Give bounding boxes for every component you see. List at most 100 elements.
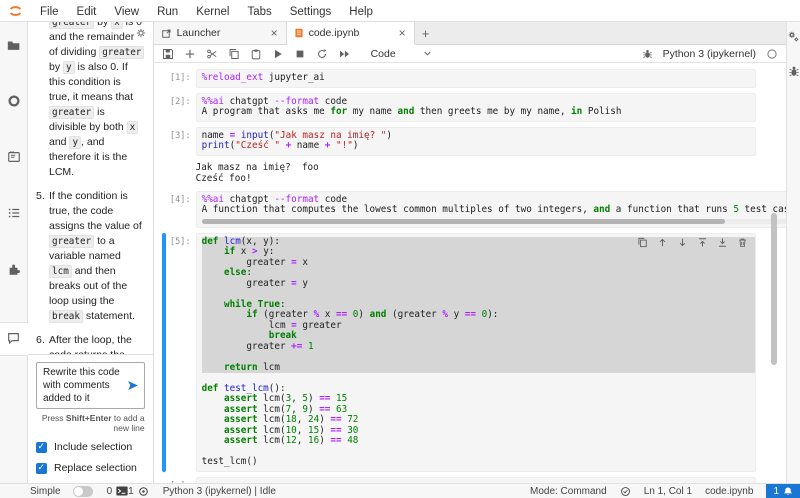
property-inspector-icon[interactable] bbox=[787, 30, 800, 43]
send-icon[interactable] bbox=[126, 379, 140, 392]
insert-cell-button[interactable] bbox=[184, 48, 196, 60]
terminals-count[interactable]: 0 bbox=[107, 486, 129, 497]
text-span: and bbox=[49, 136, 70, 148]
cell-output: Jak masz na imię? foo Cześć foo! bbox=[162, 160, 786, 187]
inline-code: greater bbox=[99, 46, 145, 59]
execution-count[interactable]: [3]: bbox=[169, 127, 196, 156]
notebook-cell[interactable]: [5]: def lcm(x, y): if x > y: greater = … bbox=[161, 232, 786, 472]
menu-help[interactable]: Help bbox=[340, 6, 382, 18]
copy-cells-button[interactable] bbox=[228, 48, 240, 60]
jupyterlab-window: File Edit View Run Kernel Tabs Settings Help bbox=[0, 0, 800, 498]
run-button[interactable] bbox=[272, 48, 284, 60]
cell-collapser[interactable] bbox=[162, 69, 166, 88]
kernel-status-icon[interactable] bbox=[766, 48, 778, 60]
cell-type-dropdown[interactable]: Code bbox=[371, 48, 433, 60]
cursor-position[interactable]: Ln 1, Col 1 bbox=[644, 486, 692, 497]
notebook-scrollbar[interactable] bbox=[771, 63, 777, 483]
move-cell-down-icon[interactable] bbox=[677, 237, 688, 248]
restart-run-all-button[interactable] bbox=[338, 48, 351, 60]
cell-collapser[interactable] bbox=[161, 232, 166, 472]
sidebar-item-chat[interactable] bbox=[0, 322, 28, 356]
menu-settings[interactable]: Settings bbox=[281, 6, 341, 18]
sidebar-item-extensions[interactable] bbox=[0, 256, 28, 312]
notification-badge[interactable]: 1 bbox=[766, 483, 800, 498]
code-token: code bbox=[319, 193, 348, 205]
simple-mode-toggle[interactable] bbox=[72, 485, 93, 497]
code-token: chatgpt bbox=[223, 193, 275, 205]
cell-collapser[interactable] bbox=[162, 191, 166, 228]
duplicate-cell-icon[interactable] bbox=[637, 237, 648, 248]
close-icon[interactable]: × bbox=[270, 27, 279, 39]
kernel-icon bbox=[138, 486, 149, 497]
chat-settings-gear-icon[interactable] bbox=[135, 27, 147, 39]
code-line: A function that computes the lowest comm… bbox=[202, 204, 786, 216]
cell-collapser[interactable] bbox=[162, 93, 166, 122]
execution-count[interactable]: [5]: bbox=[169, 233, 196, 472]
kernel-status[interactable]: Python 3 (ipykernel) | Idle bbox=[163, 486, 276, 497]
paste-cells-button[interactable] bbox=[250, 48, 262, 60]
code-token: , bbox=[296, 424, 308, 436]
tab-launcher[interactable]: Launcher × bbox=[153, 22, 287, 44]
move-cell-up-icon[interactable] bbox=[657, 237, 668, 248]
code-token: %%ai bbox=[201, 95, 224, 107]
sidebar-item-command-palette[interactable] bbox=[0, 144, 28, 200]
notebook-area[interactable]: [1]: %reload_ext jupyter_ai [2]: %%ai chatg… bbox=[153, 63, 786, 484]
execution-count[interactable]: [ ]: bbox=[169, 477, 196, 484]
chat-input-box[interactable]: Rewrite this code with comments added to… bbox=[36, 362, 145, 409]
chat-input[interactable]: Rewrite this code with comments added to… bbox=[43, 366, 126, 405]
code-token: 12 bbox=[285, 435, 297, 446]
hscrollbar-thumb[interactable] bbox=[201, 218, 726, 224]
menu-file[interactable]: File bbox=[31, 6, 68, 18]
notebook-cell[interactable]: [ ]: bbox=[162, 476, 786, 484]
execution-count[interactable]: [4]: bbox=[169, 191, 196, 228]
menu-view[interactable]: View bbox=[105, 6, 148, 18]
insert-cell-above-icon[interactable] bbox=[697, 237, 708, 248]
sidebar-item-running[interactable] bbox=[0, 88, 28, 144]
code-token: x bbox=[235, 246, 252, 257]
cell-collapser[interactable] bbox=[162, 477, 166, 484]
notebook-cell[interactable]: [2]: %%ai chatgpt --format code A program … bbox=[162, 92, 786, 122]
cut-cells-button[interactable] bbox=[206, 48, 218, 60]
notebook-cell[interactable]: [3]: name = input("Jak masz na imię? ") pr… bbox=[162, 126, 786, 156]
sidebar-item-files[interactable] bbox=[0, 32, 28, 88]
replace-selection-checkbox[interactable] bbox=[36, 462, 47, 474]
tab-code-ipynb[interactable]: code.ipynb × bbox=[286, 22, 415, 45]
kernel-name[interactable]: Python 3 (ipykernel) bbox=[663, 48, 756, 60]
cell-editor[interactable]: def lcm(x, y): if x > y: greater = x els… bbox=[195, 232, 756, 472]
cell-editor[interactable]: %%ai chatgpt --format code A program that… bbox=[195, 92, 756, 122]
menu-run[interactable]: Run bbox=[148, 6, 187, 18]
debugger-bug-icon[interactable] bbox=[788, 65, 800, 77]
menu-edit[interactable]: Edit bbox=[68, 6, 106, 18]
insert-cell-below-icon[interactable] bbox=[717, 237, 728, 248]
save-button[interactable] bbox=[162, 48, 174, 60]
cell-collapser[interactable] bbox=[162, 127, 166, 156]
cell-editor[interactable]: %reload_ext jupyter_ai bbox=[195, 69, 756, 88]
sidebar-item-table-of-contents[interactable] bbox=[0, 200, 28, 256]
restart-kernel-button[interactable] bbox=[316, 48, 328, 60]
notebook-cell[interactable]: [1]: %reload_ext jupyter_ai bbox=[162, 69, 786, 88]
include-selection-checkbox[interactable] bbox=[36, 441, 47, 453]
menu-tabs[interactable]: Tabs bbox=[238, 6, 280, 18]
execution-count[interactable]: [2]: bbox=[169, 93, 196, 122]
cell-editor[interactable]: %%ai chatgpt --format code A function tha… bbox=[195, 190, 786, 228]
notebook-cell[interactable]: [4]: %%ai chatgpt --format code A function… bbox=[162, 190, 786, 228]
code-token: greater bbox=[296, 319, 342, 331]
delete-cell-icon[interactable] bbox=[737, 237, 748, 248]
interrupt-kernel-button[interactable] bbox=[294, 48, 306, 60]
code-token: name bbox=[201, 129, 230, 141]
close-icon[interactable]: × bbox=[398, 27, 407, 39]
tab-launcher-label: Launcher bbox=[176, 27, 221, 39]
cell-editor[interactable]: name = input("Jak masz na imię? ") print(… bbox=[195, 126, 756, 156]
execution-count[interactable]: [1]: bbox=[169, 69, 196, 88]
scrollbar-thumb[interactable] bbox=[771, 213, 777, 365]
cell-editor[interactable] bbox=[195, 476, 756, 483]
kernels-count[interactable]: 1 bbox=[128, 486, 149, 497]
list-marker: 6. bbox=[36, 334, 45, 346]
menu-kernel[interactable]: Kernel bbox=[187, 6, 238, 18]
new-tab-button[interactable]: + bbox=[415, 22, 437, 44]
bug-icon[interactable] bbox=[642, 48, 653, 59]
cell-hscrollbar[interactable] bbox=[201, 218, 786, 224]
